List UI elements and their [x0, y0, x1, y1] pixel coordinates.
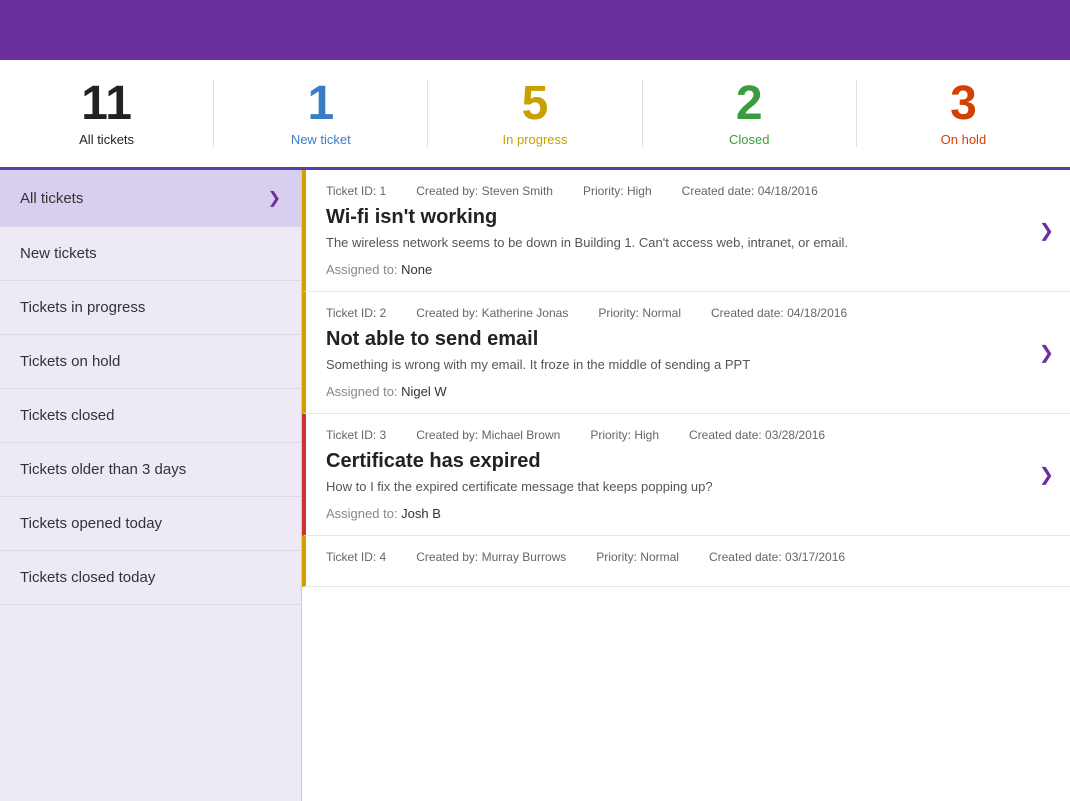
stat-label-all: All tickets [79, 132, 134, 147]
ticket-description-1: The wireless network seems to be down in… [326, 235, 1050, 250]
ticket-id-1: Ticket ID: 1 [326, 184, 386, 198]
stat-closed[interactable]: 2 Closed [643, 80, 857, 147]
ticket-id-3: Ticket ID: 3 [326, 428, 386, 442]
ticket-priority-1: Priority: High [583, 184, 652, 198]
stat-number-new: 1 [307, 80, 334, 128]
sidebar-item-closedtoday[interactable]: Tickets closed today [0, 551, 301, 605]
stat-inprogress[interactable]: 5 In progress [428, 80, 642, 147]
stats-bar: 11 All tickets 1 New ticket 5 In progres… [0, 60, 1070, 170]
ticket-date-4: Created date: 03/17/2016 [709, 550, 845, 564]
ticket-row-3[interactable]: Ticket ID: 3 Created by: Michael Brown P… [302, 414, 1070, 536]
ticket-assignee-3: Josh B [401, 506, 441, 521]
ticket-assignee-1: None [401, 262, 432, 277]
stat-label-closed: Closed [729, 132, 769, 147]
stat-number-onhold: 3 [950, 80, 977, 128]
stat-number-closed: 2 [736, 80, 763, 128]
ticket-description-2: Something is wrong with my email. It fro… [326, 357, 1050, 372]
ticket-assignee-2: Nigel W [401, 384, 447, 399]
sidebar: All tickets ❯ New tickets Tickets in pro… [0, 170, 302, 801]
stat-number-all: 11 [81, 80, 132, 128]
sidebar-item-label-all: All tickets [20, 190, 83, 207]
ticket-title-1: Wi-fi isn't working [326, 206, 1050, 229]
ticket-id-4: Ticket ID: 4 [326, 550, 386, 564]
sidebar-item-all[interactable]: All tickets ❯ [0, 170, 301, 227]
ticket-row-2[interactable]: Ticket ID: 2 Created by: Katherine Jonas… [302, 292, 1070, 414]
sidebar-item-label-inprogress: Tickets in progress [20, 299, 145, 316]
ticket-description-3: How to I fix the expired certificate mes… [326, 479, 1050, 494]
sidebar-item-today[interactable]: Tickets opened today [0, 497, 301, 551]
ticket-meta-1: Ticket ID: 1 Created by: Steven Smith Pr… [326, 184, 1050, 198]
ticket-meta-4: Ticket ID: 4 Created by: Murray Burrows … [326, 550, 1050, 564]
stat-new[interactable]: 1 New ticket [214, 80, 428, 147]
sidebar-chevron-all: ❯ [268, 188, 281, 208]
sidebar-item-label-today: Tickets opened today [20, 515, 162, 532]
ticket-id-2: Ticket ID: 2 [326, 306, 386, 320]
sidebar-item-label-closedtoday: Tickets closed today [20, 569, 155, 586]
sidebar-item-label-new: New tickets [20, 245, 97, 262]
app-header [0, 0, 1070, 60]
stat-label-onhold: On hold [941, 132, 987, 147]
sidebar-item-label-closed: Tickets closed [20, 407, 114, 424]
sidebar-item-onhold[interactable]: Tickets on hold [0, 335, 301, 389]
ticket-assigned-3: Assigned to: Josh B [326, 506, 1050, 521]
ticket-priority-4: Priority: Normal [596, 550, 679, 564]
ticket-list: Ticket ID: 1 Created by: Steven Smith Pr… [302, 170, 1070, 801]
ticket-meta-3: Ticket ID: 3 Created by: Michael Brown P… [326, 428, 1050, 442]
ticket-title-3: Certificate has expired [326, 450, 1050, 473]
ticket-date-3: Created date: 03/28/2016 [689, 428, 825, 442]
ticket-title-2: Not able to send email [326, 328, 1050, 351]
sidebar-item-label-older: Tickets older than 3 days [20, 461, 186, 478]
ticket-priority-2: Priority: Normal [598, 306, 681, 320]
stat-all[interactable]: 11 All tickets [0, 80, 214, 147]
ticket-chevron-2[interactable]: ❯ [1039, 342, 1054, 363]
ticket-chevron-1[interactable]: ❯ [1039, 220, 1054, 241]
ticket-assigned-2: Assigned to: Nigel W [326, 384, 1050, 399]
sidebar-item-label-onhold: Tickets on hold [20, 353, 120, 370]
stat-number-inprogress: 5 [522, 80, 549, 128]
ticket-assigned-1: Assigned to: None [326, 262, 1050, 277]
ticket-row-4[interactable]: Ticket ID: 4 Created by: Murray Burrows … [302, 536, 1070, 587]
stat-label-inprogress: In progress [502, 132, 567, 147]
sidebar-item-inprogress[interactable]: Tickets in progress [0, 281, 301, 335]
ticket-date-2: Created date: 04/18/2016 [711, 306, 847, 320]
ticket-row-1[interactable]: Ticket ID: 1 Created by: Steven Smith Pr… [302, 170, 1070, 292]
stat-onhold[interactable]: 3 On hold [857, 80, 1070, 147]
stat-label-new: New ticket [291, 132, 351, 147]
ticket-created-by-4: Created by: Murray Burrows [416, 550, 566, 564]
sidebar-item-older[interactable]: Tickets older than 3 days [0, 443, 301, 497]
sidebar-item-closed[interactable]: Tickets closed [0, 389, 301, 443]
ticket-priority-3: Priority: High [590, 428, 659, 442]
main-content: All tickets ❯ New tickets Tickets in pro… [0, 170, 1070, 801]
ticket-created-by-3: Created by: Michael Brown [416, 428, 560, 442]
sidebar-item-new[interactable]: New tickets [0, 227, 301, 281]
ticket-meta-2: Ticket ID: 2 Created by: Katherine Jonas… [326, 306, 1050, 320]
ticket-created-by-1: Created by: Steven Smith [416, 184, 553, 198]
ticket-date-1: Created date: 04/18/2016 [682, 184, 818, 198]
ticket-chevron-3[interactable]: ❯ [1039, 464, 1054, 485]
ticket-created-by-2: Created by: Katherine Jonas [416, 306, 568, 320]
